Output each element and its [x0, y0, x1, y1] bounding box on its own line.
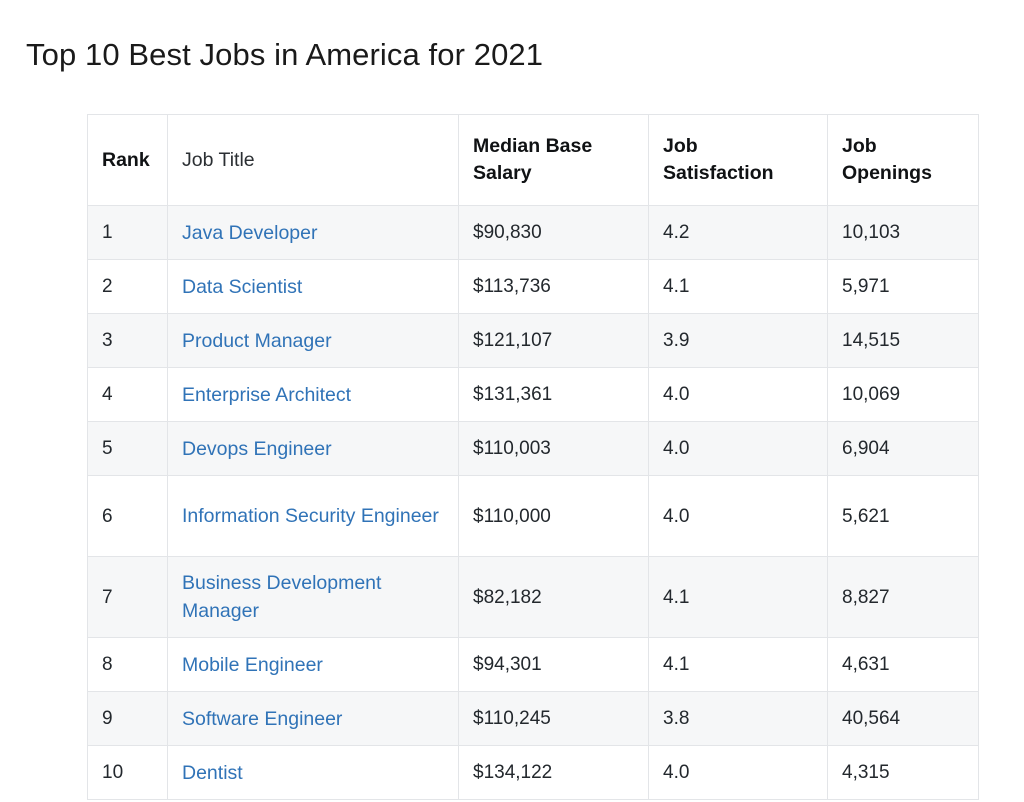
table-row: 8 Mobile Engineer $94,301 4.1 4,631: [87, 637, 979, 692]
cell-rank: 1: [87, 205, 168, 260]
cell-median-base-salary: $94,301: [458, 637, 649, 692]
column-header-job-title: Job Title: [167, 114, 459, 206]
cell-job-satisfaction: 3.8: [648, 691, 828, 746]
column-header-median-base-salary: Median Base Salary: [458, 114, 649, 206]
cell-rank: 5: [87, 421, 168, 476]
job-title-link[interactable]: Data Scientist: [182, 273, 302, 301]
cell-job-openings: 4,315: [827, 745, 979, 800]
cell-rank: 10: [87, 745, 168, 800]
table-row: 6 Information Security Engineer $110,000 4.…: [87, 475, 979, 557]
cell-job-openings: 10,103: [827, 205, 979, 260]
cell-median-base-salary: $110,003: [458, 421, 649, 476]
job-title-link[interactable]: Enterprise Architect: [182, 381, 351, 409]
cell-job-title: Dentist: [167, 745, 459, 800]
job-title-link[interactable]: Product Manager: [182, 327, 332, 355]
cell-job-satisfaction: 4.0: [648, 367, 828, 422]
table-row: 4 Enterprise Architect $131,361 4.0 10,069: [87, 367, 979, 422]
cell-rank: 3: [87, 313, 168, 368]
cell-rank: 4: [87, 367, 168, 422]
cell-job-title: Devops Engineer: [167, 421, 459, 476]
job-title-link[interactable]: Devops Engineer: [182, 435, 332, 463]
table-body: 1 Java Developer $90,830 4.2 10,103 2 Data Sci…: [87, 205, 979, 800]
cell-job-openings: 10,069: [827, 367, 979, 422]
page-root: Top 10 Best Jobs in America for 2021 Ran…: [0, 0, 1024, 802]
cell-rank: 9: [87, 691, 168, 746]
cell-median-base-salary: $90,830: [458, 205, 649, 260]
cell-rank: 7: [87, 556, 168, 638]
cell-job-openings: 4,631: [827, 637, 979, 692]
table-header: Rank Job Title Median Base Salary Job Sa…: [87, 114, 979, 206]
job-title-link[interactable]: Business Development Manager: [182, 569, 444, 625]
cell-job-title: Information Security Engineer: [167, 475, 459, 557]
cell-job-title: Software Engineer: [167, 691, 459, 746]
column-header-rank: Rank: [87, 114, 168, 206]
table-row: 1 Java Developer $90,830 4.2 10,103: [87, 205, 979, 260]
cell-median-base-salary: $82,182: [458, 556, 649, 638]
cell-median-base-salary: $131,361: [458, 367, 649, 422]
page-title: Top 10 Best Jobs in America for 2021: [26, 36, 544, 72]
cell-job-satisfaction: 4.0: [648, 475, 828, 557]
table-row: 5 Devops Engineer $110,003 4.0 6,904: [87, 421, 979, 476]
cell-job-title: Data Scientist: [167, 259, 459, 314]
job-title-link[interactable]: Mobile Engineer: [182, 651, 323, 679]
cell-job-title: Java Developer: [167, 205, 459, 260]
cell-job-openings: 8,827: [827, 556, 979, 638]
table-row: 9 Software Engineer $110,245 3.8 40,564: [87, 691, 979, 746]
cell-job-openings: 14,515: [827, 313, 979, 368]
table-row: 3 Product Manager $121,107 3.9 14,515: [87, 313, 979, 368]
cell-job-title: Enterprise Architect: [167, 367, 459, 422]
job-title-link[interactable]: Information Security Engineer: [182, 502, 439, 530]
column-header-job-openings: Job Openings: [827, 114, 979, 206]
cell-rank: 8: [87, 637, 168, 692]
column-header-job-satisfaction: Job Satisfaction: [648, 114, 828, 206]
cell-median-base-salary: $134,122: [458, 745, 649, 800]
cell-job-satisfaction: 3.9: [648, 313, 828, 368]
cell-job-satisfaction: 4.2: [648, 205, 828, 260]
cell-job-title: Product Manager: [167, 313, 459, 368]
cell-median-base-salary: $110,000: [458, 475, 649, 557]
table-row: 7 Business Development Manager $82,182 4.1 8…: [87, 556, 979, 638]
cell-job-satisfaction: 4.1: [648, 259, 828, 314]
cell-rank: 2: [87, 259, 168, 314]
cell-rank: 6: [87, 475, 168, 557]
cell-job-openings: 5,971: [827, 259, 979, 314]
cell-median-base-salary: $110,245: [458, 691, 649, 746]
cell-job-title: Business Development Manager: [167, 556, 459, 638]
top-jobs-table: Rank Job Title Median Base Salary Job Sa…: [87, 114, 979, 800]
job-title-link[interactable]: Dentist: [182, 759, 243, 787]
table-row: 10 Dentist $134,122 4.0 4,315: [87, 745, 979, 800]
jobs-table-container: Rank Job Title Median Base Salary Job Sa…: [87, 114, 979, 800]
cell-job-openings: 40,564: [827, 691, 979, 746]
cell-job-title: Mobile Engineer: [167, 637, 459, 692]
cell-median-base-salary: $121,107: [458, 313, 649, 368]
job-title-link[interactable]: Java Developer: [182, 219, 318, 247]
job-title-link[interactable]: Software Engineer: [182, 705, 342, 733]
cell-job-satisfaction: 4.0: [648, 421, 828, 476]
table-header-row: Rank Job Title Median Base Salary Job Sa…: [87, 114, 979, 206]
cell-job-openings: 6,904: [827, 421, 979, 476]
cell-job-openings: 5,621: [827, 475, 979, 557]
cell-job-satisfaction: 4.0: [648, 745, 828, 800]
table-row: 2 Data Scientist $113,736 4.1 5,971: [87, 259, 979, 314]
cell-job-satisfaction: 4.1: [648, 556, 828, 638]
cell-median-base-salary: $113,736: [458, 259, 649, 314]
cell-job-satisfaction: 4.1: [648, 637, 828, 692]
